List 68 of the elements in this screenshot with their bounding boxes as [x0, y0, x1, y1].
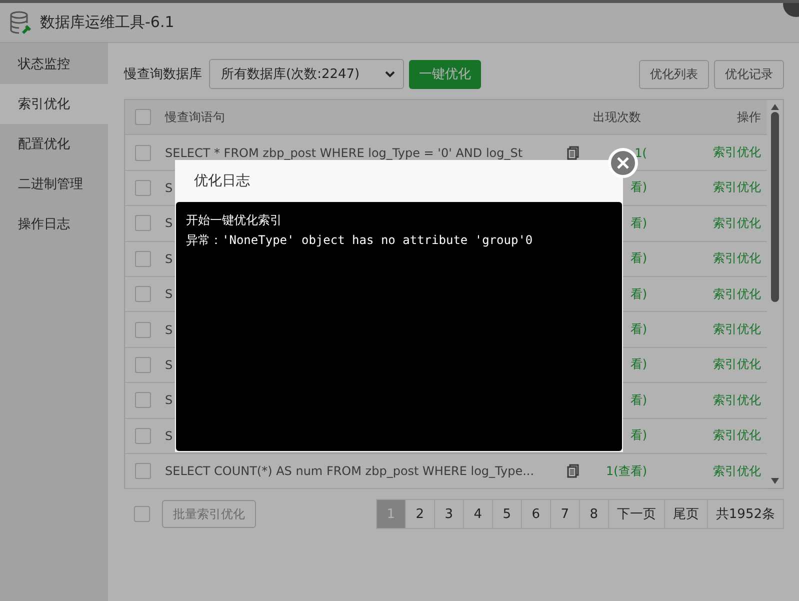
optimize-link[interactable]: 索引优化 [647, 214, 767, 232]
query-text: S [165, 393, 173, 408]
copy-icon[interactable] [567, 464, 579, 478]
toolbar-button[interactable]: 优化记录 [714, 60, 784, 88]
count-link[interactable]: 看) [630, 214, 647, 232]
window-title: 数据库运维工具-6.1 [40, 13, 174, 32]
sidebar-item[interactable]: 状态监控 [0, 44, 108, 84]
count-link[interactable]: 看) [630, 286, 647, 303]
batch-optimize-button[interactable]: 批量索引优化 [162, 500, 256, 528]
optimize-link[interactable]: 索引优化 [647, 179, 767, 196]
query-text: S [165, 252, 173, 266]
query-text: S [165, 287, 173, 302]
sidebar-item[interactable]: 配置优化 [0, 124, 108, 164]
dialog-title: 优化日志 [194, 172, 250, 190]
checkbox[interactable] [135, 286, 151, 302]
chevron-down-icon [385, 70, 395, 78]
count-link[interactable]: 1( [634, 146, 647, 160]
sidebar-item[interactable]: 操作日志 [0, 204, 108, 244]
optimize-link[interactable]: 索引优化 [647, 462, 767, 480]
count-link[interactable]: 看) [630, 321, 647, 338]
query-text: S [165, 322, 173, 337]
column-header: 操作 [736, 108, 762, 126]
optimize-link[interactable]: 索引优化 [647, 144, 767, 162]
count-link[interactable]: 看) [630, 392, 647, 409]
column-header: 出现次数 [592, 108, 642, 126]
column-header: 慢查询语句 [165, 108, 226, 126]
count-link[interactable]: 看) [630, 427, 647, 444]
count-link[interactable]: 看) [630, 250, 647, 268]
optimize-button[interactable]: 一键优化 [409, 60, 481, 88]
query-text: S [165, 180, 173, 195]
optimize-link[interactable]: 索引优化 [647, 392, 767, 409]
checkbox[interactable] [135, 250, 151, 267]
query-text: SELECT * FROM zbp_post WHERE log_Type = '0' AND log_St [165, 146, 523, 160]
count-link[interactable]: 看) [630, 179, 647, 196]
database-label: 慢查询数据库 [124, 66, 202, 83]
checkbox[interactable] [135, 215, 151, 232]
log-line: 开始一键优化索引 [186, 212, 283, 229]
optimize-link[interactable]: 索引优化 [647, 250, 767, 268]
database-select[interactable]: 所有数据库(次数:2247) [209, 59, 404, 89]
sidebar-item[interactable]: 索引优化 [0, 84, 108, 124]
count-link[interactable]: 1(查看) [606, 462, 647, 480]
checkbox[interactable] [135, 356, 151, 373]
query-text: S [165, 428, 173, 443]
database-icon [10, 10, 32, 34]
checkbox[interactable] [135, 428, 151, 444]
query-text: S [165, 358, 173, 372]
checkbox[interactable] [134, 506, 150, 522]
checkbox[interactable] [135, 322, 151, 338]
query-text: S [165, 216, 173, 230]
count-link[interactable]: 看) [630, 356, 647, 374]
optimize-link[interactable]: 索引优化 [647, 356, 767, 374]
log-line: 异常：'NoneType' object has no attribute 'group'0 [186, 232, 534, 249]
toolbar-button[interactable]: 优化列表 [639, 60, 709, 88]
scroll-up-icon[interactable] [771, 104, 779, 110]
checkbox[interactable] [135, 144, 151, 161]
sidebar-item[interactable]: 二进制管理 [0, 164, 108, 204]
optimize-link[interactable]: 索引优化 [647, 286, 767, 303]
checkbox[interactable] [135, 392, 151, 408]
scroll-down-icon[interactable] [771, 478, 779, 484]
copy-icon[interactable] [567, 146, 579, 160]
checkbox[interactable] [135, 109, 151, 126]
optimize-link[interactable]: 索引优化 [647, 321, 767, 338]
total-count: 共1952条 [714, 506, 776, 524]
optimize-link[interactable]: 索引优化 [647, 427, 767, 444]
query-text: SELECT COUNT(*) AS num FROM zbp_post WHERE log_Type... [165, 464, 534, 478]
checkbox[interactable] [135, 180, 151, 196]
scrollbar[interactable] [769, 104, 781, 484]
checkbox[interactable] [135, 463, 151, 480]
